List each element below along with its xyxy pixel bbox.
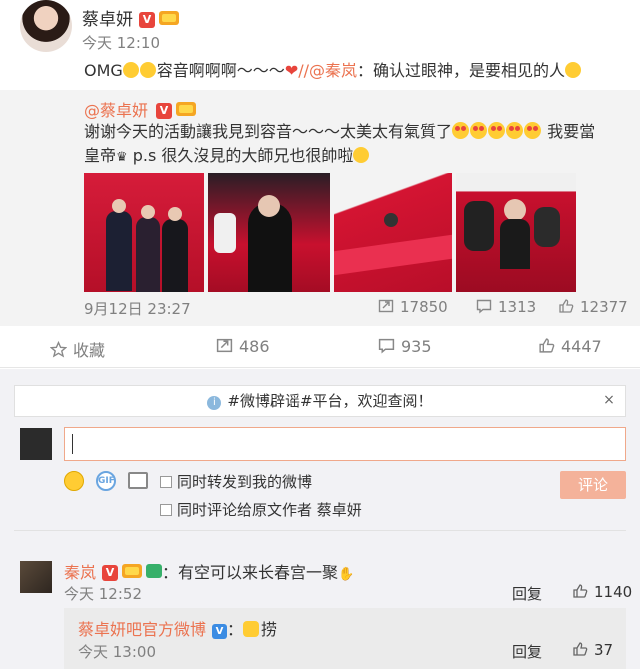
heart-icon: ❤ <box>284 61 299 80</box>
heart-eyes-emoji-icon <box>524 122 542 139</box>
rumor-notice[interactable]: i #微博辟谣#平台，欢迎查阅！ <box>14 385 626 417</box>
emoji-icon <box>243 621 260 637</box>
comment-button[interactable]: 935 <box>378 337 432 356</box>
quoted-line1-tail: 我要當 <box>547 122 596 141</box>
quoted-repost-count: 17850 <box>400 298 448 316</box>
post-author-name[interactable]: 蔡卓妍 <box>82 10 133 30</box>
crown-icon <box>159 11 179 25</box>
comment-original-label: 同时评论给原文作者 蔡卓妍 <box>177 501 362 519</box>
quoted-line2: 皇帝 <box>84 146 117 165</box>
emoji-icon <box>353 147 370 163</box>
favorite-label: 收藏 <box>73 341 106 360</box>
quoted-comment[interactable]: 1313 <box>476 298 536 316</box>
heart-eyes-emoji-icon <box>452 122 470 139</box>
heart-eyes-emoji-icon <box>488 122 506 139</box>
sub-comment-time: 今天 13:00 <box>78 643 156 661</box>
quoted-comment-count: 1313 <box>498 298 537 316</box>
star-icon <box>50 341 67 358</box>
quoted-line2-tail: p.s 很久沒見的大師兄也很帥啦 <box>132 146 354 165</box>
post-text-main: 容音啊啊啊～～～ <box>156 61 285 80</box>
comment-reply-button[interactable]: 回复 <box>512 583 542 604</box>
like-icon <box>559 299 574 313</box>
quoted-line1: 谢谢今天的活動讓我見到容音～～～太美太有氣質了 <box>84 122 453 141</box>
comment-icon <box>378 338 395 354</box>
comment-author[interactable]: 秦岚 V ：有空可以来长春宫一聚✋ <box>64 559 354 583</box>
post-photo-1[interactable] <box>84 173 204 292</box>
divider <box>14 530 626 531</box>
emoji-icon <box>139 62 156 78</box>
comment-like-count: 1140 <box>594 583 633 601</box>
quoted-author[interactable]: @蔡卓妍 V <box>84 97 197 121</box>
post-author[interactable]: 蔡卓妍 V <box>82 5 179 30</box>
like-count: 4447 <box>561 337 602 356</box>
image-icon[interactable] <box>128 472 148 489</box>
repost-icon <box>378 299 394 313</box>
quoted-text: 谢谢今天的活動讓我見到容音～～～太美太有氣質了 我要當 皇帝♛ p.s 很久沒見… <box>84 120 595 170</box>
post-photo-4[interactable] <box>456 173 576 292</box>
post-mention[interactable]: //@秦岚 <box>298 61 357 80</box>
heart-eyes-emoji-icon <box>506 122 524 139</box>
sub-comment-author[interactable]: 蔡卓妍吧官方微博 V：捞 <box>78 616 277 640</box>
crown-emoji-icon: ♛ <box>116 150 128 165</box>
post-text-prefix: OMG <box>84 61 123 80</box>
close-icon[interactable]: × <box>602 392 616 408</box>
comment-avatar[interactable] <box>20 561 52 593</box>
emoji-icon <box>122 62 139 78</box>
comment-author-name[interactable]: 秦岚 <box>64 563 96 582</box>
comment-original-checkbox[interactable] <box>160 504 172 516</box>
fan-badge-icon <box>146 564 163 578</box>
text-caret <box>72 434 73 454</box>
sub-comment-reply-button[interactable]: 回复 <box>512 641 542 662</box>
sub-comment-text: 捞 <box>261 620 278 639</box>
favorite-button[interactable]: 收藏 <box>50 337 105 361</box>
like-button[interactable]: 4447 <box>538 337 602 356</box>
crown-icon <box>176 102 197 116</box>
repost-count: 486 <box>239 337 270 356</box>
quoted-like-count: 12377 <box>580 298 628 316</box>
post-photo-3[interactable] <box>334 173 452 292</box>
v-blue-badge-icon: V <box>212 624 228 639</box>
comment-text: ：有空可以来长春宫一聚 <box>162 563 339 582</box>
gif-icon[interactable]: GIF <box>96 471 116 491</box>
v-badge-icon: V <box>139 12 155 28</box>
like-icon <box>573 584 588 598</box>
comment-count: 935 <box>401 337 432 356</box>
v-badge-icon: V <box>102 565 119 581</box>
submit-comment-button[interactable]: 评论 <box>560 471 626 499</box>
sub-comment-like-count: 37 <box>594 641 614 659</box>
post-text-suffix: ：确认过眼神，是要相见的人 <box>357 61 566 80</box>
comment-like-button[interactable]: 1140 <box>572 583 632 601</box>
heart-eyes-emoji-icon <box>470 122 488 139</box>
repost-option-label: 同时转发到我的微博 <box>177 473 313 491</box>
repost-checkbox[interactable] <box>160 476 172 488</box>
like-icon <box>573 642 588 656</box>
smiley-icon[interactable] <box>64 471 84 491</box>
notice-text[interactable]: #微博辟谣#平台，欢迎查阅！ <box>227 392 432 410</box>
sub-comment-author-name[interactable]: 蔡卓妍吧官方微博 <box>78 620 206 639</box>
comment-time: 今天 12:52 <box>64 585 142 603</box>
post-text: OMG 容音啊啊啊～～～❤//@秦岚：确认过眼神，是要相见的人 <box>84 57 582 81</box>
post-time[interactable]: 今天 12:10 <box>82 32 160 53</box>
quoted-like[interactable]: 12377 <box>558 298 628 316</box>
quoted-author-name[interactable]: @蔡卓妍 <box>84 101 148 120</box>
hand-emoji-icon: ✋ <box>338 567 355 582</box>
repost-icon <box>216 338 233 353</box>
quoted-repost[interactable]: 17850 <box>378 298 448 316</box>
emoji-icon <box>565 62 582 78</box>
post-photo-2[interactable] <box>208 173 330 292</box>
repost-button[interactable]: 486 <box>216 337 270 356</box>
info-icon: i <box>207 396 222 410</box>
quoted-time[interactable]: 9月12日 23:27 <box>84 298 191 319</box>
like-icon <box>539 338 555 353</box>
sub-comment-like-button[interactable]: 37 <box>572 641 613 659</box>
comment-input[interactable] <box>64 427 626 461</box>
comment-icon <box>476 299 492 314</box>
crown-icon <box>122 564 143 578</box>
author-avatar[interactable] <box>20 0 72 52</box>
my-avatar <box>20 428 52 460</box>
v-badge-icon: V <box>156 103 173 119</box>
